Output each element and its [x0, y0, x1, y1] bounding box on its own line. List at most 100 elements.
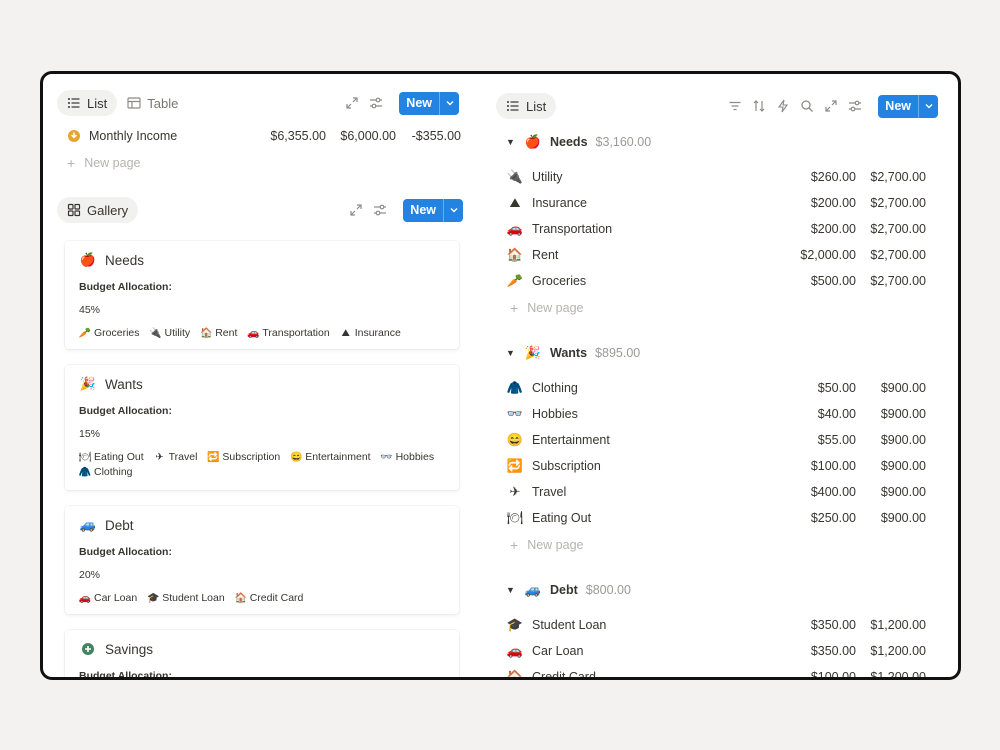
new-button-label: New — [410, 203, 436, 217]
list-item[interactable]: ✈ Travel $400.00 $900.00 — [506, 480, 926, 504]
chip-label: Utility — [164, 327, 191, 339]
airplane-icon: ✈ — [509, 484, 521, 499]
gallery-card-wants[interactable]: 🎉 Wants Budget Allocation: 15% 🍽 Eating O… — [65, 365, 459, 490]
budget-allocation-value: 45% — [79, 304, 101, 316]
gallery-card-debt[interactable]: 🚙 Debt Budget Allocation: 20% 🚗 Car Loan … — [65, 506, 459, 614]
triangle-down-icon[interactable]: ▼ — [506, 137, 516, 147]
car-icon: 🚗 — [247, 327, 260, 339]
new-page-button[interactable]: + New page — [510, 537, 583, 553]
list-item[interactable]: 🏠 Credit Card $100.00 $1,200.00 — [506, 665, 926, 680]
settings-sliders-icon[interactable] — [373, 203, 387, 217]
item-name: Transportation — [532, 222, 613, 236]
plus-circle-icon — [79, 640, 97, 658]
plus-icon: + — [510, 537, 519, 553]
item-budget: $900.00 — [880, 407, 926, 421]
item-budget: $1,200.00 — [870, 644, 926, 658]
new-button[interactable]: New — [399, 91, 459, 115]
item-budget: $900.00 — [880, 433, 926, 447]
expand-icon[interactable] — [824, 99, 838, 113]
new-button[interactable]: New — [878, 94, 938, 118]
gallery-tabs: Gallery — [57, 197, 139, 223]
car-icon: 🚗 — [78, 592, 92, 604]
tab-list[interactable]: List — [496, 93, 557, 119]
item-name: Travel — [532, 485, 567, 499]
item-budget: $2,700.00 — [870, 248, 926, 262]
card-title: Savings — [79, 640, 153, 658]
chip-label: Groceries — [94, 327, 140, 339]
group-header-wants[interactable]: ▼ 🎉 Wants $895.00 — [506, 344, 640, 362]
list-item[interactable]: 🏠 Rent $2,000.00 $2,700.00 — [506, 243, 926, 267]
list-item[interactable]: 👓 Hobbies $40.00 $900.00 — [506, 402, 926, 426]
list-item[interactable]: 🍽 Eating Out $250.00 $900.00 — [506, 506, 926, 530]
list-item[interactable]: 🚗 Car Loan $350.00 $1,200.00 — [506, 639, 926, 663]
tab-list[interactable]: List — [57, 90, 118, 116]
item-amount: $350.00 — [810, 618, 856, 632]
plus-icon: + — [67, 155, 76, 171]
budget-allocation-label: Budget Allocation: — [79, 405, 172, 417]
triangle-down-icon[interactable]: ▼ — [506, 348, 516, 358]
triangle-down-icon[interactable]: ▼ — [506, 585, 516, 595]
chevron-down-icon[interactable] — [439, 91, 459, 115]
plug-icon: 🔌 — [149, 327, 162, 339]
chip-label: Insurance — [354, 327, 401, 339]
group-sum: $895.00 — [595, 346, 641, 360]
list-item[interactable]: 🎓 Student Loan $350.00 $1,200.00 — [506, 613, 926, 637]
list-item[interactable]: 🔁 Subscription $100.00 $900.00 — [506, 454, 926, 478]
plus-icon: + — [510, 300, 519, 316]
budget-allocation-value: 15% — [79, 428, 101, 440]
chip-label: Car Loan — [94, 592, 138, 604]
item-name: Insurance — [532, 196, 587, 210]
chip-label: Student Loan — [162, 592, 225, 604]
item-amount: $2,000.00 — [800, 248, 856, 262]
sort-icon[interactable] — [752, 99, 766, 113]
search-icon[interactable] — [800, 99, 814, 113]
item-amount: $50.00 — [817, 381, 856, 395]
tab-gallery[interactable]: Gallery — [57, 197, 139, 223]
card-title-text: Savings — [105, 641, 154, 657]
chevron-down-icon[interactable] — [443, 198, 463, 222]
plug-icon: 🔌 — [506, 169, 524, 184]
item-amount: $260.00 — [810, 170, 856, 184]
new-page-button[interactable]: + New page — [67, 155, 140, 171]
item-name: Groceries — [532, 274, 587, 288]
list-item[interactable]: 🥕 Groceries $500.00 $2,700.00 — [506, 269, 926, 293]
item-budget: $900.00 — [880, 381, 926, 395]
list-item[interactable]: ⛰ Insurance $200.00 $2,700.00 — [506, 191, 926, 215]
house-icon: 🏠 — [199, 327, 213, 339]
group-name: Wants — [550, 346, 588, 360]
chip-rent: 🏠 Rent — [200, 327, 237, 339]
settings-sliders-icon[interactable] — [369, 96, 383, 110]
group-header-needs[interactable]: ▼ 🍎 Needs $3,160.00 — [506, 133, 651, 151]
chip-label: Entertainment — [305, 451, 371, 463]
expand-icon[interactable] — [349, 203, 363, 217]
chip-insurance: ⛰ Insurance — [340, 327, 401, 339]
income-row[interactable]: Monthly Income $6,355.00 $6,000.00 -$355… — [65, 124, 465, 148]
tab-gallery-label: Gallery — [87, 202, 129, 218]
list-item[interactable]: 🚗 Transportation $200.00 $2,700.00 — [506, 217, 926, 241]
list-item[interactable]: 🔌 Utility $260.00 $2,700.00 — [506, 165, 926, 189]
gallery-card-savings[interactable]: Savings Budget Allocation: — [65, 630, 459, 677]
chip-eating-out: 🍽 Eating Out — [79, 451, 144, 463]
filter-icon[interactable] — [728, 99, 742, 113]
left-toolbar: New — [345, 91, 459, 115]
lightning-icon[interactable] — [776, 99, 790, 113]
settings-sliders-icon[interactable] — [848, 99, 862, 113]
party-popper-icon: 🎉 — [524, 345, 542, 360]
income-value-3: -$355.00 — [411, 129, 461, 143]
gallery-new-button[interactable]: New — [403, 198, 463, 222]
gallery-card-needs[interactable]: 🍎 Needs Budget Allocation: 45% 🥕 Grocerie… — [65, 241, 459, 349]
chevron-down-icon[interactable] — [918, 94, 938, 118]
group-header-debt[interactable]: ▼ 🚙 Debt $800.00 — [506, 581, 631, 599]
tab-table[interactable]: Table — [117, 90, 188, 116]
list-item[interactable]: 🧥 Clothing $50.00 $900.00 — [506, 376, 926, 400]
car-icon: 🚗 — [506, 643, 524, 658]
house-icon: 🏠 — [506, 669, 524, 680]
chip-label: Eating Out — [94, 451, 144, 463]
item-amount: $200.00 — [810, 222, 856, 236]
repeat-icon: 🔁 — [207, 451, 220, 463]
budget-allocation-label: Budget Allocation: — [79, 281, 172, 293]
new-page-button[interactable]: + New page — [510, 300, 583, 316]
expand-icon[interactable] — [345, 96, 359, 110]
item-amount: $40.00 — [817, 407, 856, 421]
list-item[interactable]: 😄 Entertainment $55.00 $900.00 — [506, 428, 926, 452]
